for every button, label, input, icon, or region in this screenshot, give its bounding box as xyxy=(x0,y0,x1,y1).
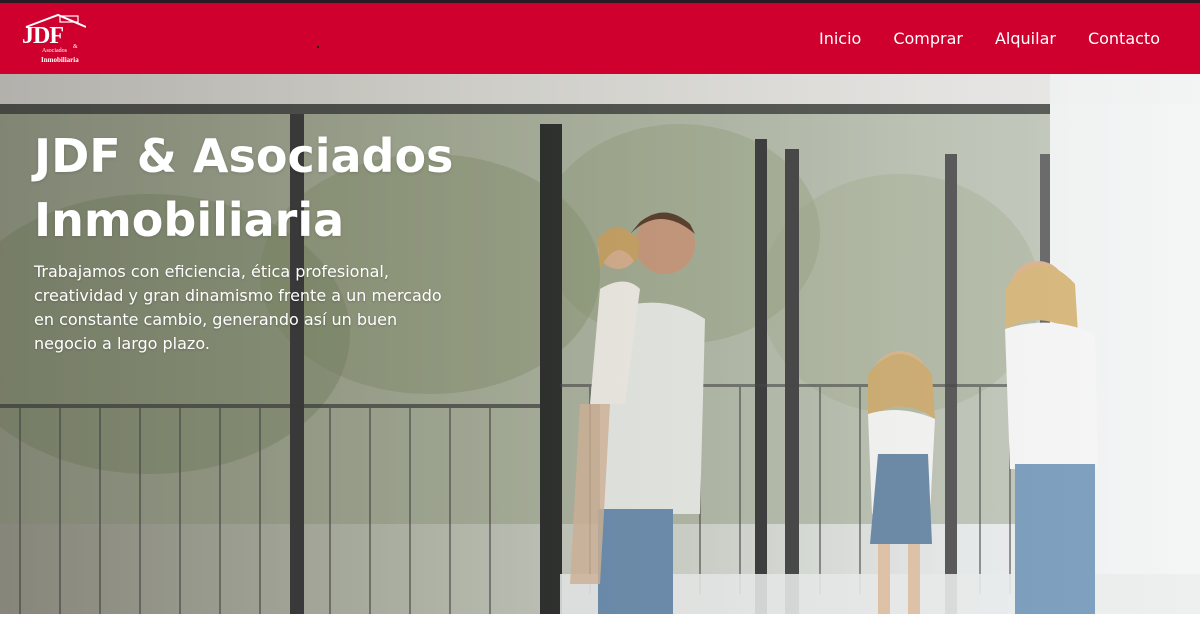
hero-description: Trabajamos con eficiencia, ética profesi… xyxy=(34,262,442,353)
nav-link-comprar[interactable]: Comprar xyxy=(893,25,963,52)
nav-link-alquilar[interactable]: Alquilar xyxy=(995,25,1056,52)
decorative-dot xyxy=(317,46,319,48)
hero-banner: JDF & Asociados Inmobiliaria Trabajamos … xyxy=(0,74,1200,614)
hero-title: JDF & Asociados Inmobiliaria xyxy=(34,124,554,252)
main-nav: Inicio Comprar Alquilar Contacto xyxy=(819,3,1160,74)
nav-link-inicio[interactable]: Inicio xyxy=(819,25,861,52)
logo-amp: & xyxy=(73,44,78,50)
brand-logo[interactable]: JDF & Asociados Inmobiliaria xyxy=(20,13,86,67)
hero-title-line-2: Inmobiliaria xyxy=(34,193,345,247)
logo-subtitle-1: Asociados xyxy=(42,48,67,54)
site-header: JDF & Asociados Inmobiliaria Inicio Comp… xyxy=(0,3,1200,74)
logo-main-text: JDF xyxy=(22,23,64,49)
hero-title-line-1: JDF & Asociados xyxy=(34,129,454,183)
logo-subtitle-2: Inmobiliaria xyxy=(41,56,79,64)
nav-link-contacto[interactable]: Contacto xyxy=(1088,25,1160,52)
